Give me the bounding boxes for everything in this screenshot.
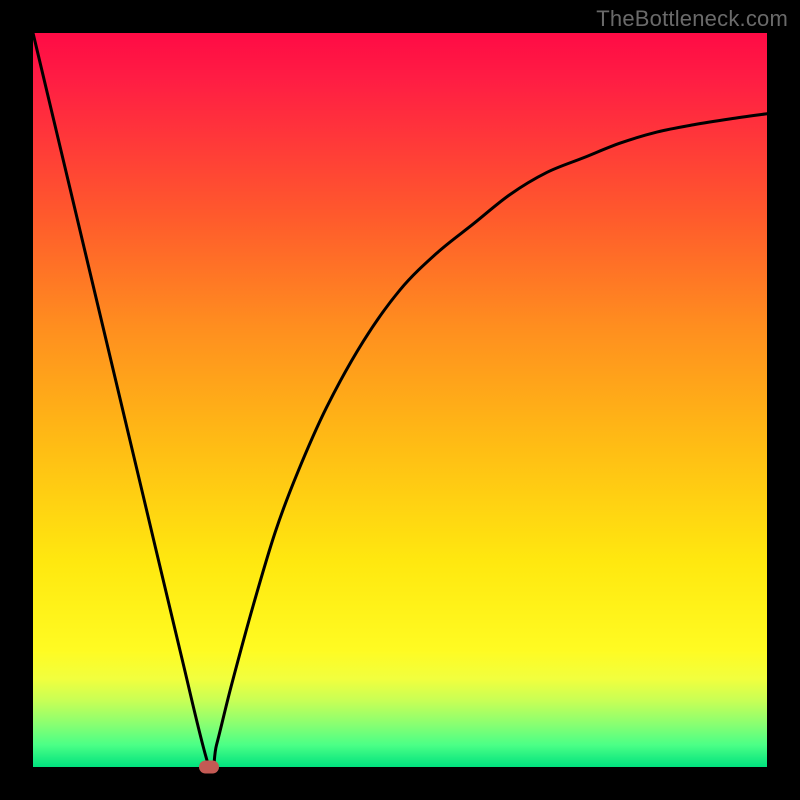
watermark-text: TheBottleneck.com [596,6,788,32]
chart-frame: TheBottleneck.com [0,0,800,800]
optimal-point-marker [199,761,219,774]
plot-area [33,33,767,767]
bottleneck-curve [33,33,767,767]
